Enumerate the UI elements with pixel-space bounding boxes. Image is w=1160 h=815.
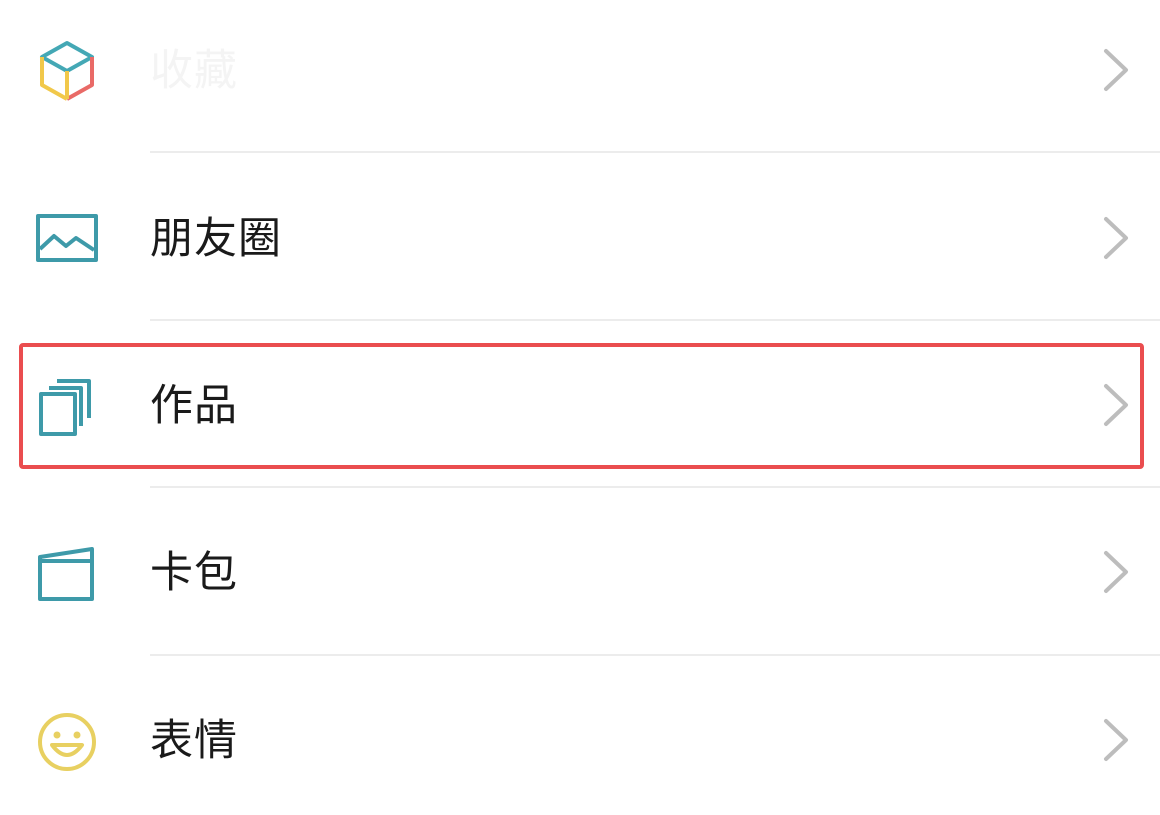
works-stack-icon [32, 370, 102, 440]
menu-item-label: 收藏 [150, 46, 238, 96]
chevron-right-icon [1096, 380, 1136, 430]
menu-item-label: 朋友圈 [150, 214, 282, 264]
divider [150, 319, 1160, 321]
chevron-right-icon [1096, 45, 1136, 95]
menu-item-label: 作品 [150, 381, 238, 431]
menu-item-label: 卡包 [150, 548, 238, 598]
card-wallet-icon [32, 537, 102, 607]
menu-item-card-wallet[interactable]: 卡包 [0, 497, 1160, 647]
cube-icon [32, 35, 102, 105]
menu-item-favorites[interactable]: 收藏 [0, 0, 1160, 145]
chevron-right-icon [1096, 213, 1136, 263]
chevron-right-icon [1096, 715, 1136, 765]
menu-item-works[interactable]: 作品 [0, 330, 1160, 480]
menu-item-stickers[interactable]: 表情 [0, 665, 1160, 815]
menu-list: 收藏 朋友圈 作品 卡包 表情 [0, 0, 1160, 802]
divider [150, 486, 1160, 488]
moments-image-icon [32, 203, 102, 273]
divider [150, 151, 1160, 153]
menu-item-label: 表情 [150, 716, 238, 766]
menu-item-moments[interactable]: 朋友圈 [0, 163, 1160, 313]
chevron-right-icon [1096, 547, 1136, 597]
smiley-face-icon [32, 705, 102, 775]
divider [150, 654, 1160, 656]
